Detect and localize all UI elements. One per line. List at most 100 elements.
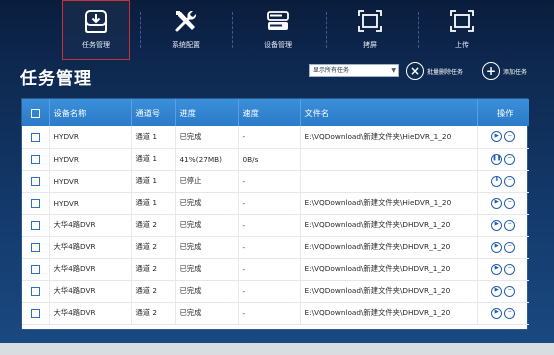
- row-select-cell: [22, 148, 50, 170]
- download-icon: [85, 10, 107, 33]
- play-icon[interactable]: ▶: [491, 241, 503, 253]
- channel: 通道 1: [131, 192, 176, 214]
- row-select-cell: [22, 302, 50, 324]
- channel: 通道 2: [131, 236, 176, 258]
- nav-separator: [326, 12, 327, 48]
- operations-cell: ⬇ −: [477, 170, 529, 192]
- row-select-cell: [22, 280, 50, 302]
- more-icon[interactable]: −: [504, 263, 516, 275]
- progress: 已完成: [175, 302, 239, 324]
- row-select-cell: [22, 126, 50, 148]
- channel: 通道 2: [131, 302, 176, 324]
- table-row[interactable]: HYDVR 通道 1 已完成 - E:\VQDownload\新建文件夹\HieDVR_…: [22, 192, 529, 214]
- row-checkbox[interactable]: [30, 176, 40, 186]
- file-name: E:\VQDownload\新建文件夹\DHDVR_1_20: [300, 214, 478, 236]
- operations-cell: ❚❚ −: [477, 148, 529, 170]
- table-row[interactable]: 大华4路DVR 通道 2 已完成 - E:\VQDownload\新建文件夹\DHDVR…: [22, 214, 529, 236]
- progress: 已完成: [175, 126, 239, 148]
- filter-value: 显示所有任务: [313, 67, 350, 74]
- more-icon[interactable]: −: [504, 219, 516, 231]
- row-checkbox[interactable]: [30, 220, 40, 230]
- table-row[interactable]: HYDVR 通道 1 已完成 - E:\VQDownload\新建文件夹\HieDVR_…: [22, 126, 529, 148]
- more-icon[interactable]: −: [504, 241, 516, 253]
- pause-icon[interactable]: ❚❚: [491, 153, 503, 165]
- table-row[interactable]: 大华4路DVR 通道 2 已完成 - E:\VQDownload\新建文件夹\DHDVR…: [22, 258, 529, 280]
- operations-cell: ▶ −: [477, 302, 529, 324]
- play-icon[interactable]: ▶: [491, 219, 503, 231]
- channel: 通道 1: [131, 170, 176, 192]
- task-table-body: HYDVR 通道 1 已完成 - E:\VQDownload\新建文件夹\HieDVR_…: [22, 126, 529, 324]
- play-icon[interactable]: ▶: [491, 131, 503, 143]
- table-row[interactable]: HYDVR 通道 1 已停止 - ⬇ −: [22, 170, 529, 192]
- nav-device-management[interactable]: 设备管理: [244, 0, 312, 60]
- play-icon[interactable]: ▶: [491, 307, 503, 319]
- play-icon[interactable]: ▶: [491, 285, 503, 297]
- nav-task-management[interactable]: 任务管理: [62, 0, 130, 60]
- table-row[interactable]: 大华4路DVR 通道 2 已完成 - E:\VQDownload\新建文件夹\DHDVR…: [22, 236, 529, 258]
- progress: 已完成: [175, 258, 239, 280]
- row-select-cell: [22, 192, 50, 214]
- device-name: HYDVR: [49, 170, 132, 192]
- add-task-button[interactable]: + 添加任务: [482, 61, 527, 81]
- row-select-cell: [22, 258, 50, 280]
- more-icon[interactable]: −: [504, 197, 516, 209]
- select-all-cell: [22, 99, 50, 126]
- play-icon[interactable]: ▶: [491, 263, 503, 275]
- device-name: 大华4路DVR: [49, 258, 132, 280]
- nav-screenshot[interactable]: 拷屏: [336, 0, 404, 60]
- row-checkbox[interactable]: [30, 242, 40, 252]
- nav-label: 设备管理: [264, 41, 292, 49]
- task-filter-select[interactable]: 显示所有任务 ▼: [309, 64, 399, 77]
- speed: -: [238, 170, 301, 192]
- tools-icon: [175, 11, 196, 32]
- speed: -: [238, 280, 301, 302]
- download-icon[interactable]: ⬇: [491, 175, 503, 187]
- select-all-checkbox[interactable]: [30, 108, 40, 118]
- speed: -: [238, 258, 301, 280]
- chevron-down-icon: ▼: [391, 67, 396, 74]
- progress: 已完成: [175, 214, 239, 236]
- nav-label: 拷屏: [363, 41, 377, 49]
- file-name: [300, 170, 478, 192]
- add-task-label: 添加任务: [503, 68, 528, 76]
- nav-upload[interactable]: 上传: [428, 0, 496, 60]
- row-select-cell: [22, 214, 50, 236]
- column-header: 进度: [175, 99, 239, 126]
- nav-separator: [418, 12, 419, 48]
- column-header: 操作: [497, 107, 514, 118]
- file-name: E:\VQDownload\新建文件夹\DHDVR_1_20: [300, 302, 478, 324]
- play-icon[interactable]: ▶: [491, 197, 503, 209]
- operations-cell: ▶ −: [477, 258, 529, 280]
- device-name: HYDVR: [49, 192, 132, 214]
- progress: 41%(27MB): [175, 148, 239, 170]
- app-window: 任务管理 系统配置 设备管理 拷屏 上传 任务管理 显示所有任务 ▼ × 批量删…: [0, 0, 554, 355]
- row-checkbox[interactable]: [30, 132, 40, 142]
- more-icon[interactable]: −: [504, 307, 516, 319]
- screenshot-icon: [358, 10, 382, 32]
- row-checkbox[interactable]: [30, 198, 40, 208]
- more-icon[interactable]: −: [504, 153, 516, 165]
- channel: 通道 1: [131, 148, 176, 170]
- nav-label: 任务管理: [82, 41, 110, 49]
- device-name: HYDVR: [49, 148, 132, 170]
- speed: -: [238, 214, 301, 236]
- more-icon[interactable]: −: [504, 285, 516, 297]
- table-row[interactable]: 大华4路DVR 通道 2 已完成 - E:\VQDownload\新建文件夹\DHDVR…: [22, 280, 529, 302]
- row-checkbox[interactable]: [30, 308, 40, 318]
- operations-cell: ▶ −: [477, 192, 529, 214]
- nav-system-config[interactable]: 系统配置: [152, 0, 220, 60]
- more-icon[interactable]: −: [504, 131, 516, 143]
- batch-delete-button[interactable]: × 批量删除任务: [406, 61, 463, 81]
- upload-icon: [450, 10, 474, 32]
- row-checkbox[interactable]: [30, 264, 40, 274]
- progress: 已完成: [175, 236, 239, 258]
- more-icon[interactable]: −: [504, 175, 516, 187]
- device-name: 大华4路DVR: [49, 302, 132, 324]
- table-row[interactable]: HYDVR 通道 1 41%(27MB) 0B/s ❚❚ −: [22, 148, 529, 170]
- operations-cell: ▶ −: [477, 280, 529, 302]
- table-row[interactable]: 大华4路DVR 通道 2 已完成 - E:\VQDownload\新建文件夹\DHDVR…: [22, 302, 529, 324]
- row-checkbox[interactable]: [30, 286, 40, 296]
- close-icon: ×: [406, 62, 424, 80]
- progress: 已完成: [175, 192, 239, 214]
- row-checkbox[interactable]: [30, 154, 40, 164]
